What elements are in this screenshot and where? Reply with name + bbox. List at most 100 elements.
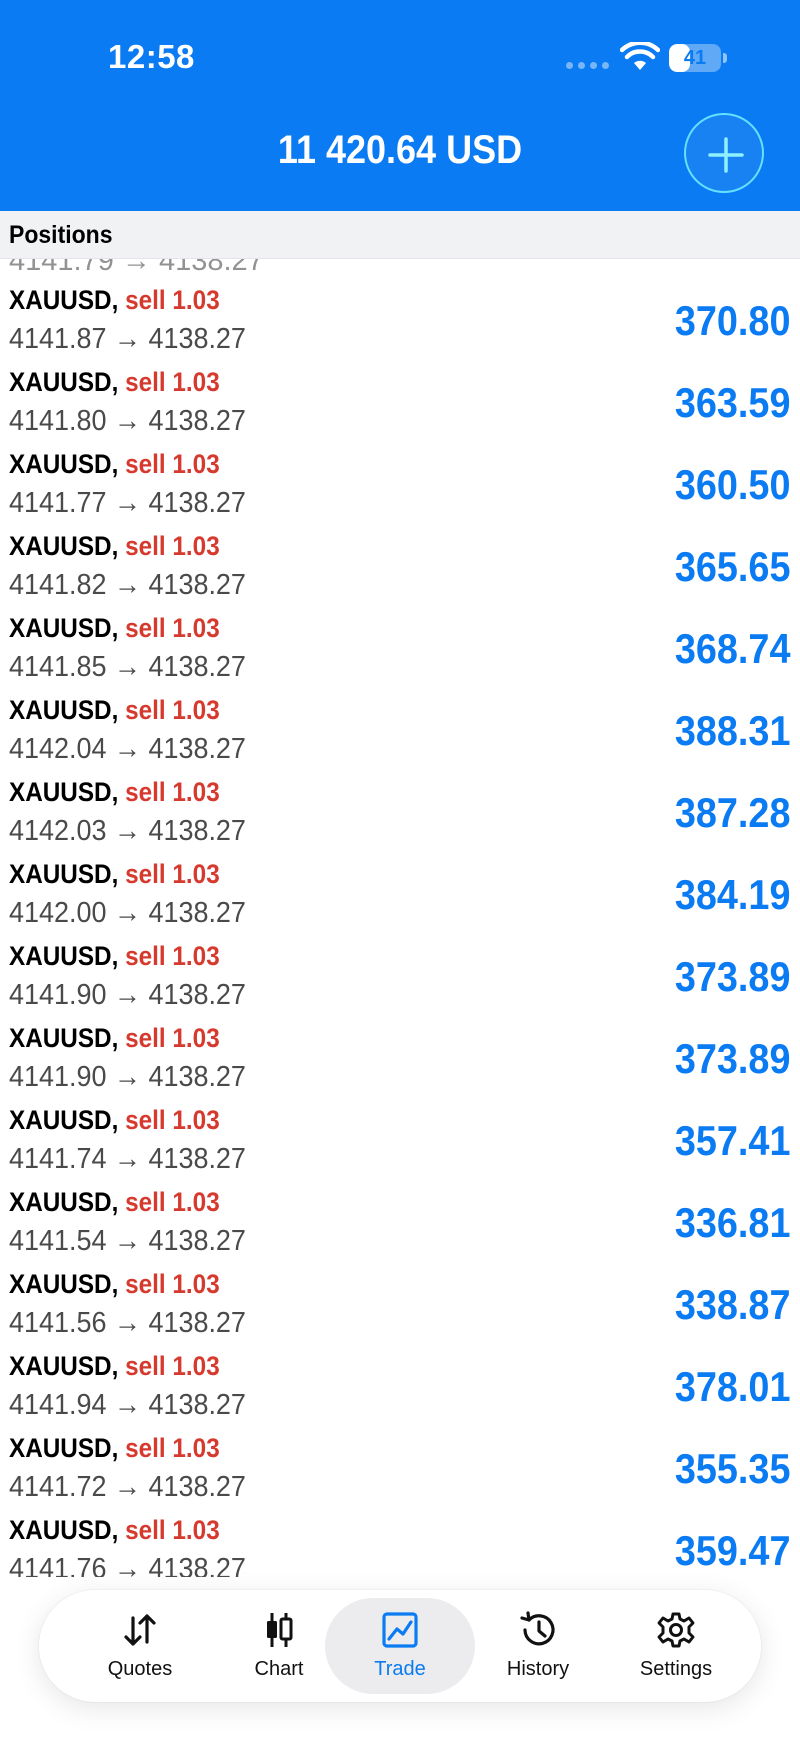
position-side-volume: sell 1.03 — [125, 367, 220, 397]
position-side-volume: sell 1.03 — [125, 531, 220, 561]
position-prices: 4141.76 → 4138.27 — [9, 1553, 246, 1577]
position-profit: 359.47 — [674, 1527, 790, 1574]
position-prices: 4142.03 → 4138.27 — [9, 815, 246, 847]
position-profit: 338.87 — [674, 1281, 790, 1328]
position-symbol: XAUUSD, — [9, 1105, 119, 1135]
position-profit: 365.65 — [674, 543, 790, 590]
position-row[interactable]: XAUUSD, sell 1.03 4142.00 → 4138.27 384.19 — [0, 851, 800, 933]
battery-level: 41 — [683, 47, 707, 69]
position-symbol: XAUUSD, — [9, 367, 119, 397]
position-prices: 4141.82 → 4138.27 — [9, 569, 246, 601]
position-prices: 4141.77 → 4138.27 — [9, 487, 246, 519]
tab-quotes-label: Quotes — [107, 1658, 173, 1680]
position-row[interactable]: XAUUSD, sell 1.03 4141.90 → 4138.27 373.89 — [0, 933, 800, 1015]
position-side-volume: sell 1.03 — [125, 1105, 220, 1135]
trade-chart-icon — [382, 1612, 418, 1648]
position-profit: 387.28 — [674, 789, 790, 836]
position-symbol: XAUUSD, — [9, 1433, 119, 1463]
position-profit: 373.89 — [674, 1035, 790, 1082]
position-row[interactable]: XAUUSD, sell 1.03 4142.04 → 4138.27 388.31 — [0, 687, 800, 769]
position-symbol: XAUUSD, — [9, 941, 119, 971]
tab-trade-label: Trade — [374, 1658, 426, 1680]
new-order-button[interactable] — [684, 113, 764, 193]
position-title: XAUUSD, sell 1.03 — [9, 777, 220, 808]
position-row[interactable]: XAUUSD, sell 1.03 4142.03 → 4138.27 387.28 — [0, 769, 800, 851]
position-title: XAUUSD, sell 1.03 — [9, 449, 220, 480]
position-profit: 388.31 — [674, 707, 790, 754]
position-side-volume: sell 1.03 — [125, 1187, 220, 1217]
position-title: XAUUSD, sell 1.03 — [9, 285, 220, 316]
tab-history[interactable]: History — [463, 1598, 613, 1694]
position-row[interactable]: XAUUSD, sell 1.03 4141.80 → 4138.27 363.59 — [0, 359, 800, 441]
battery-icon: 41 — [669, 44, 727, 72]
position-row[interactable]: XAUUSD, sell 1.03 4141.82 → 4138.27 365.65 — [0, 523, 800, 605]
position-profit: 355.35 — [674, 1445, 790, 1492]
position-prices: 4141.90 → 4138.27 — [9, 1061, 246, 1093]
section-title: Positions — [9, 221, 113, 249]
partial-row-prices: 4141.79 → 4138.27 — [9, 259, 264, 277]
cellular-signal-icon — [566, 62, 609, 69]
position-symbol: XAUUSD, — [9, 285, 119, 315]
position-symbol: XAUUSD, — [9, 859, 119, 889]
position-side-volume: sell 1.03 — [125, 449, 220, 479]
position-prices: 4141.90 → 4138.27 — [9, 979, 246, 1011]
position-side-volume: sell 1.03 — [125, 613, 220, 643]
position-side-volume: sell 1.03 — [125, 777, 220, 807]
history-clock-icon — [520, 1611, 555, 1646]
tab-settings-label: Settings — [639, 1658, 713, 1680]
position-title: XAUUSD, sell 1.03 — [9, 859, 220, 890]
position-symbol: XAUUSD, — [9, 777, 119, 807]
positions-section-header: Positions — [0, 211, 800, 259]
position-row[interactable]: XAUUSD, sell 1.03 4141.77 → 4138.27 360.50 — [0, 441, 800, 523]
position-title: XAUUSD, sell 1.03 — [9, 695, 220, 726]
position-prices: 4141.85 → 4138.27 — [9, 651, 246, 683]
position-title: XAUUSD, sell 1.03 — [9, 1187, 220, 1218]
position-profit: 360.50 — [674, 461, 790, 508]
position-symbol: XAUUSD, — [9, 1351, 119, 1381]
position-row[interactable]: XAUUSD, sell 1.03 4141.76 → 4138.27 359.47 — [0, 1507, 800, 1577]
position-title: XAUUSD, sell 1.03 — [9, 1433, 220, 1464]
position-row[interactable]: XAUUSD, sell 1.03 4141.90 → 4138.27 373.89 — [0, 1015, 800, 1097]
position-profit: 363.59 — [674, 379, 790, 426]
position-side-volume: sell 1.03 — [125, 859, 220, 889]
position-prices: 4141.80 → 4138.27 — [9, 405, 246, 437]
tab-settings[interactable]: Settings — [601, 1598, 751, 1694]
position-row[interactable]: XAUUSD, sell 1.03 4141.85 → 4138.27 368.74 — [0, 605, 800, 687]
position-side-volume: sell 1.03 — [125, 941, 220, 971]
position-side-volume: sell 1.03 — [125, 1433, 220, 1463]
position-profit: 357.41 — [674, 1117, 790, 1164]
position-title: XAUUSD, sell 1.03 — [9, 1269, 220, 1300]
position-title: XAUUSD, sell 1.03 — [9, 367, 220, 398]
position-row[interactable]: XAUUSD, sell 1.03 4141.56 → 4138.27 338.87 — [0, 1261, 800, 1343]
position-symbol: XAUUSD, — [9, 695, 119, 725]
position-prices: 4141.74 → 4138.27 — [9, 1143, 246, 1175]
tab-quotes[interactable]: Quotes — [65, 1598, 215, 1694]
position-symbol: XAUUSD, — [9, 1269, 119, 1299]
position-side-volume: sell 1.03 — [125, 1023, 220, 1053]
position-title: XAUUSD, sell 1.03 — [9, 1023, 220, 1054]
tab-trade[interactable]: Trade — [325, 1598, 475, 1694]
candlestick-icon — [267, 1613, 293, 1647]
position-symbol: XAUUSD, — [9, 449, 119, 479]
position-row[interactable]: XAUUSD, sell 1.03 4141.54 → 4138.27 336.81 — [0, 1179, 800, 1261]
position-title: XAUUSD, sell 1.03 — [9, 1351, 220, 1382]
position-symbol: XAUUSD, — [9, 1515, 119, 1545]
position-title: XAUUSD, sell 1.03 — [9, 941, 220, 972]
position-row[interactable]: XAUUSD, sell 1.03 4141.72 → 4138.27 355.35 — [0, 1425, 800, 1507]
position-prices: 4141.56 → 4138.27 — [9, 1307, 246, 1339]
position-row[interactable]: XAUUSD, sell 1.03 4141.87 → 4138.27 370.80 — [0, 277, 800, 359]
position-profit: 378.01 — [674, 1363, 790, 1410]
position-prices: 4142.04 → 4138.27 — [9, 733, 246, 765]
positions-list[interactable]: 4141.79 → 4138.27 XAUUSD, sell 1.03 4141.… — [0, 259, 800, 1577]
quotes-arrows-icon — [124, 1614, 156, 1646]
position-symbol: XAUUSD, — [9, 1023, 119, 1053]
position-symbol: XAUUSD, — [9, 531, 119, 561]
wifi-icon — [620, 42, 660, 70]
position-row[interactable]: XAUUSD, sell 1.03 4141.94 → 4138.27 378.01 — [0, 1343, 800, 1425]
position-title: XAUUSD, sell 1.03 — [9, 1105, 220, 1136]
position-title: XAUUSD, sell 1.03 — [9, 1515, 220, 1546]
position-title: XAUUSD, sell 1.03 — [9, 531, 220, 562]
position-profit: 373.89 — [674, 953, 790, 1000]
bottom-tab-bar: Quotes Chart Trade History Settings — [39, 1590, 761, 1702]
position-row[interactable]: XAUUSD, sell 1.03 4141.74 → 4138.27 357.41 — [0, 1097, 800, 1179]
